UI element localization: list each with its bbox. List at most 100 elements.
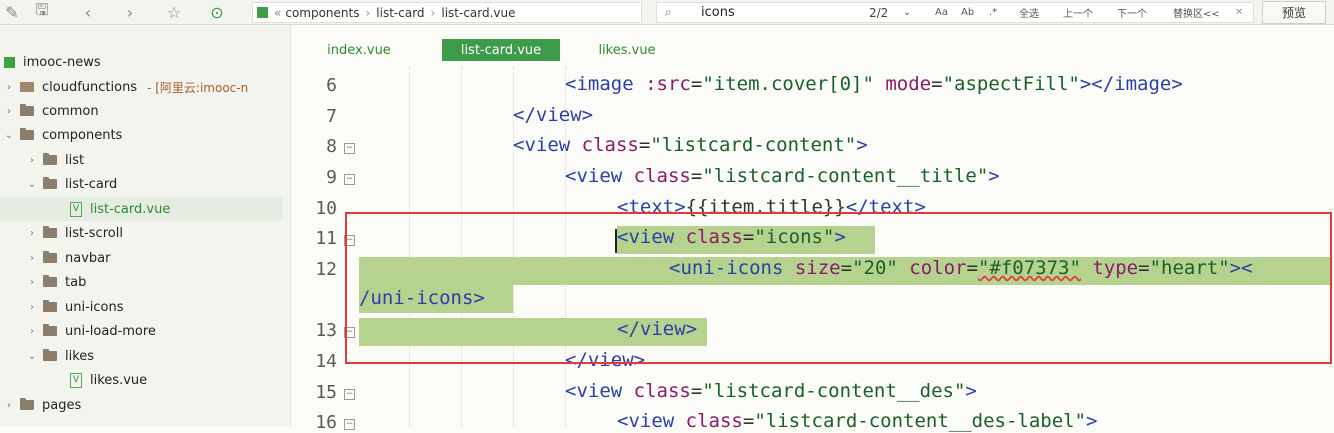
tree-item-label: cloudfunctions: [42, 79, 138, 95]
chevron-down-icon: ⌄: [27, 350, 37, 362]
line-number: 16: [315, 412, 337, 433]
vue-file-icon: V: [70, 372, 82, 388]
project-explorer: imooc-news › cloudfunctions - [阿里云:imooc…: [0, 25, 291, 427]
breadcrumb-item-list-card[interactable]: list-card: [376, 6, 424, 20]
chevron-right-icon: ›: [30, 276, 34, 288]
line-number: 13: [315, 320, 337, 341]
line-number: 9: [326, 167, 337, 188]
folder-icon: [43, 251, 57, 263]
chevron-right-icon: ›: [7, 81, 11, 93]
folder-icon: [20, 104, 34, 116]
project-icon: [4, 56, 15, 68]
chevron-right-icon: ›: [30, 227, 34, 239]
chevron-right-icon: ›: [430, 5, 436, 20]
tree-item-likes[interactable]: ⌄ likes: [0, 344, 282, 368]
tree-item-list-card[interactable]: ⌄ list-card: [0, 172, 282, 196]
tab-list-card-vue[interactable]: list-card.vue: [442, 39, 560, 61]
search-icon: ⌕: [665, 5, 672, 19]
line-number: 12: [315, 259, 337, 280]
breadcrumb-item-components[interactable]: components: [285, 6, 359, 20]
tree-item-label: uni-icons: [65, 299, 124, 315]
save-icon[interactable]: 🖫: [30, 0, 54, 24]
tree-item-common[interactable]: › common: [0, 99, 282, 123]
chevron-right-icon: ›: [7, 399, 11, 411]
tree-item-uni-icons[interactable]: › uni-icons: [0, 295, 282, 319]
chevron-right-icon: ›: [365, 5, 371, 20]
tree-item-label: navbar: [65, 250, 111, 266]
whole-word-toggle[interactable]: Ab: [961, 3, 974, 22]
run-icon[interactable]: ⊙: [205, 0, 229, 24]
project-icon: [257, 7, 268, 18]
tree-item-cloudfunctions[interactable]: › cloudfunctions - [阿里云:imooc-n: [0, 75, 282, 99]
code-line: <view class="listcard-content__title">: [565, 165, 1000, 187]
back-arrow-icon[interactable]: ‹: [76, 0, 100, 24]
regex-toggle[interactable]: .*: [989, 3, 997, 22]
folder-icon: [43, 300, 57, 312]
tab-likes-vue[interactable]: likes.vue: [595, 39, 659, 61]
star-icon[interactable]: ☆: [162, 0, 186, 24]
folder-icon: [43, 153, 57, 165]
top-toolbar: ✎ 🖫 ‹ › ☆ ⊙ « components › list-card › l…: [0, 0, 1334, 25]
fold-toggle[interactable]: −: [344, 174, 355, 185]
tree-item-navbar[interactable]: › navbar: [0, 246, 282, 270]
fold-toggle[interactable]: −: [344, 419, 355, 430]
tree-item-uni-load-more[interactable]: › uni-load-more: [0, 319, 282, 343]
tree-item-label: list-card: [65, 176, 118, 192]
tree-item-pages[interactable]: › pages: [0, 393, 282, 417]
tree-item-list-scroll[interactable]: › list-scroll: [0, 221, 282, 245]
code-line: </view>: [513, 104, 594, 126]
line-number: 14: [315, 351, 337, 372]
fold-toggle[interactable]: −: [344, 143, 355, 154]
folder-icon: [43, 324, 57, 336]
code-line: <view class="listcard-content__des">: [565, 380, 977, 402]
tree-item-label: list-card.vue: [90, 201, 171, 217]
tree-item-tab[interactable]: › tab: [0, 270, 282, 294]
tree-item-label: common: [42, 103, 99, 119]
search-input[interactable]: icons: [701, 3, 735, 22]
cloud-folder-icon: [20, 82, 34, 92]
chevron-right-icon: ›: [30, 252, 34, 264]
code-line: <view class="listcard-content__des-label…: [617, 410, 1098, 432]
replace-toggle-button[interactable]: 替换区<<: [1173, 3, 1220, 22]
tree-item-label: components: [42, 127, 123, 143]
editor-tabs: index.vue list-card.vue likes.vue: [291, 25, 1334, 67]
line-number: 6: [326, 75, 337, 96]
prev-match-button[interactable]: 上一个: [1063, 3, 1093, 22]
chevron-right-icon: ›: [7, 105, 11, 117]
tree-root[interactable]: imooc-news: [0, 50, 282, 74]
tree-item-list[interactable]: › list: [0, 148, 282, 172]
code-line: <view class="listcard-content">: [513, 134, 868, 156]
line-number: 8: [326, 136, 337, 157]
tree-item-list-card-vue[interactable]: V list-card.vue: [0, 197, 282, 221]
close-icon[interactable]: ✕: [1235, 3, 1243, 22]
preview-button[interactable]: 预览: [1262, 1, 1326, 24]
folder-icon: [20, 398, 34, 410]
breadcrumb-prefix: «: [274, 5, 282, 20]
chevron-right-icon: ›: [30, 301, 34, 313]
tree-item-components[interactable]: ⌄ components: [0, 123, 282, 147]
select-all-button[interactable]: 全选: [1019, 3, 1039, 22]
chevron-down-icon[interactable]: ⌄: [903, 3, 911, 22]
vue-file-icon: V: [70, 201, 82, 217]
line-number: 7: [326, 106, 337, 127]
new-file-icon[interactable]: ✎: [0, 0, 24, 24]
folder-icon: [43, 226, 57, 238]
match-case-toggle[interactable]: Aa: [935, 3, 948, 22]
tree-item-likes-vue[interactable]: V likes.vue: [0, 368, 282, 392]
folder-icon: [43, 275, 57, 287]
tree-item-label: list-scroll: [65, 225, 123, 241]
code-line: <image :src="item.cover[0]" mode="aspect…: [565, 73, 1183, 95]
breadcrumb-item-file[interactable]: list-card.vue: [441, 6, 515, 20]
tab-index-vue[interactable]: index.vue: [321, 39, 397, 61]
folder-open-icon: [43, 349, 57, 361]
search-count: 2/2: [869, 5, 889, 20]
cloud-provider-tag: - [阿里云:imooc-n: [147, 80, 249, 95]
chevron-down-icon: ⌄: [27, 178, 37, 190]
tree-item-label: uni-load-more: [65, 323, 156, 339]
chevron-down-icon: ⌄: [4, 129, 14, 141]
fold-toggle[interactable]: −: [344, 389, 355, 400]
forward-arrow-icon[interactable]: ›: [118, 0, 142, 24]
next-match-button[interactable]: 下一个: [1117, 3, 1147, 22]
line-number: 10: [315, 198, 337, 219]
chevron-right-icon: ›: [30, 325, 34, 337]
